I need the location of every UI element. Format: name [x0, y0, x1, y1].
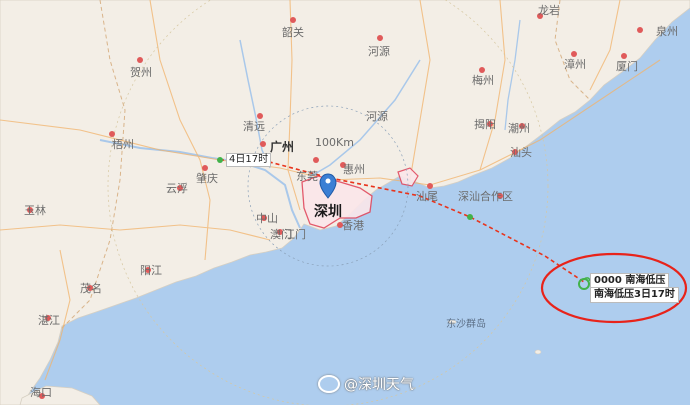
label-zhaoqing: 肇庆: [196, 171, 218, 185]
forecast-point-mid: [467, 214, 473, 220]
storm-label-time: 南海低压3日17时: [590, 287, 679, 303]
label-dongsha: 东沙群岛: [446, 317, 486, 330]
watermark: @深圳天气: [318, 374, 414, 394]
label-zhongshan: 中山: [256, 212, 278, 225]
label-chaozhou: 潮州: [508, 121, 530, 135]
label-quanzhou: 泉州: [656, 24, 678, 38]
label-jieyang: 揭阳: [474, 117, 496, 131]
label-shantou: 汕头: [510, 146, 532, 159]
watermark-text: @深圳天气: [344, 377, 414, 393]
label-shanwei: 汕尾: [416, 190, 438, 203]
range-label: 100Km: [315, 136, 354, 149]
label-longyan: 龙岩: [538, 3, 560, 17]
label-meizhou: 梅州: [472, 73, 494, 87]
label-yulin: 玉林: [24, 203, 46, 217]
label-maoming: 茂名: [80, 281, 102, 295]
weather-map[interactable]: 龙岩 韶关 河源 梅州 漳州 泉州 厦门 贺州 梧州 清远 广州 东莞 惠州 肇…: [0, 0, 690, 405]
label-zhangzhou: 漳州: [564, 57, 586, 71]
label-heyuan: 河源: [368, 44, 390, 58]
island-small: [534, 349, 542, 355]
label-jiangmen: 江门: [284, 227, 306, 241]
label-dongguan: 东莞: [296, 170, 318, 183]
label-yunfu: 云浮: [166, 182, 188, 195]
label-hezhou: 贺州: [130, 66, 152, 79]
forecast-time-label: 4日17时: [226, 153, 272, 167]
label-huizhou: 惠州: [343, 162, 365, 176]
label-shaoguan: 韶关: [282, 25, 304, 39]
label-heyuan2: 河源: [366, 109, 388, 123]
label-guangzhou: 广州: [270, 139, 294, 154]
label-wuzhou: 梧州: [112, 137, 134, 151]
label-haikou: 海口: [30, 385, 52, 399]
label-zhanjiang: 湛江: [38, 314, 60, 327]
label-shenzhen: 深圳: [314, 203, 342, 220]
forecast-point-4d17h: [217, 157, 223, 163]
label-yangjiang: 阳江: [140, 264, 162, 277]
weibo-logo-icon: [318, 375, 340, 393]
label-shenshan: 深汕合作区: [458, 189, 513, 203]
label-qingyuan: 清远: [243, 120, 265, 133]
label-xiamen: 厦门: [616, 59, 638, 73]
label-xianggang: 香港: [342, 219, 364, 232]
